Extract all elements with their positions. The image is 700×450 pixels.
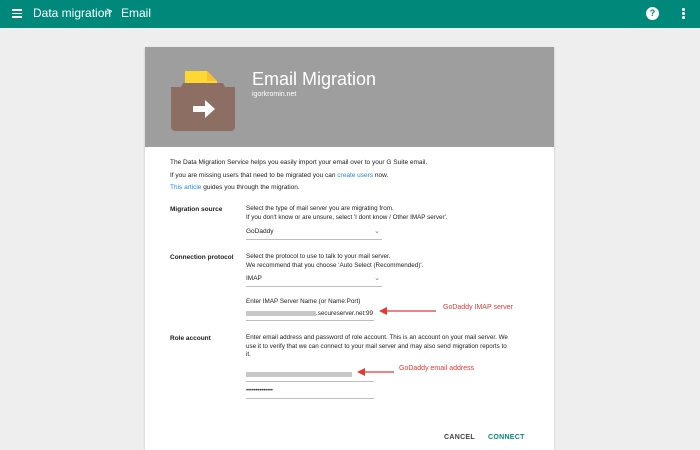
breadcrumb-data-migration[interactable]: Data migration	[33, 6, 111, 20]
arrow-left-icon	[357, 368, 394, 376]
card-subtitle: igorkromin.net	[252, 91, 297, 98]
chevron-right-icon: >	[106, 6, 113, 18]
breadcrumb-email: Email	[121, 6, 152, 20]
desc-line: use it to verify that we can connect to …	[246, 342, 507, 350]
connection-protocol-label: Connection protocol	[170, 254, 234, 261]
redacted-text	[246, 311, 316, 316]
role-account-description: Enter email address and password of role…	[246, 334, 508, 360]
desc-line: Select the type of mail server you are m…	[246, 205, 394, 212]
migration-source-select[interactable]: GoDaddy ⌄	[246, 226, 382, 240]
intro-text: now.	[373, 172, 389, 179]
intro-line-1: The Data Migration Service helps you eas…	[170, 159, 428, 166]
intro-line-2: If you are missing users that need to be…	[170, 172, 388, 179]
desc-line: We recommend that you choose 'Auto Selec…	[246, 261, 424, 269]
connection-protocol-description: Select the protocol to use to talk to yo…	[246, 253, 423, 270]
card-title: Email Migration	[252, 69, 377, 89]
imap-server-annotation: GoDaddy IMAP server	[443, 304, 513, 311]
hamburger-menu-icon[interactable]	[12, 9, 22, 18]
migration-source-label: Migration source	[170, 206, 223, 213]
role-email-input[interactable]	[246, 368, 374, 382]
connection-protocol-select[interactable]: IMAP ⌄	[246, 273, 382, 287]
password-value: ••••••••••••••	[246, 387, 273, 394]
desc-line: Enter email address and password of role…	[246, 334, 508, 341]
email-migration-folder-icon	[171, 71, 235, 131]
arrow-left-icon	[379, 307, 436, 315]
imap-server-label: Enter IMAP Server Name (or Name:Port)	[246, 298, 361, 305]
desc-line: it.	[246, 351, 251, 358]
this-article-link[interactable]: This article	[170, 184, 201, 191]
role-password-input[interactable]: ••••••••••••••	[246, 385, 374, 399]
intro-text: If you are missing users that need to be…	[170, 172, 338, 179]
imap-server-input[interactable]: .secureserver.net:99	[246, 307, 374, 321]
dropdown-arrow-icon: ⌄	[374, 228, 380, 235]
imap-server-value: .secureserver.net:99	[316, 310, 374, 317]
top-app-bar: Data migration > Email ?	[0, 0, 700, 28]
cancel-button[interactable]: CANCEL	[444, 434, 475, 441]
intro-line-3: This article guides you through the migr…	[170, 184, 300, 191]
intro-text: guides you through the migration.	[201, 184, 300, 191]
desc-line: Select the protocol to use to talk to yo…	[246, 253, 391, 260]
email-annotation: GoDaddy email address	[399, 365, 475, 372]
desc-line: If you don't know or are unsure, select …	[246, 213, 448, 221]
create-users-link[interactable]: create users	[337, 172, 373, 179]
more-vert-icon[interactable]	[682, 8, 685, 20]
card-header: Email Migration igorkromin.net	[145, 47, 554, 147]
role-account-label: Role account	[170, 335, 211, 342]
help-icon[interactable]: ?	[646, 7, 659, 20]
redacted-email	[246, 372, 352, 377]
migration-source-value: GoDaddy	[246, 228, 274, 235]
migration-source-description: Select the type of mail server you are m…	[246, 205, 448, 222]
connect-button[interactable]: CONNECT	[488, 434, 525, 441]
connection-protocol-value: IMAP	[246, 275, 262, 282]
dropdown-arrow-icon: ⌄	[374, 275, 380, 282]
